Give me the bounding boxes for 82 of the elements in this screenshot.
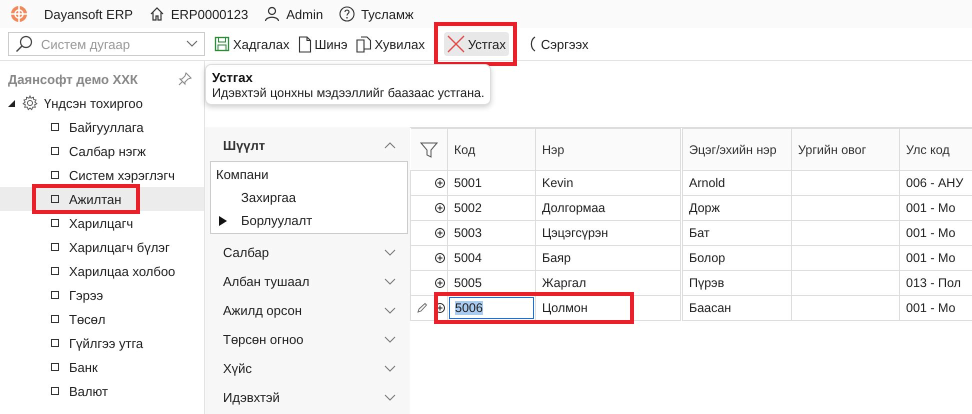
square-icon [51, 243, 59, 251]
square-icon [51, 387, 59, 395]
square-icon [51, 147, 59, 155]
filter-section-header[interactable]: Хүйс [205, 354, 410, 383]
tooltip-text: Идэвхтэй цонхны мэдээллийг баазаас устгана. [212, 86, 484, 100]
table-cell: Arnold [682, 170, 792, 196]
logo-icon [10, 5, 28, 23]
new-button[interactable]: Шинэ [294, 32, 350, 56]
tree-item[interactable]: Банк [0, 355, 204, 379]
table-cell: Пүрэв [682, 270, 792, 296]
square-icon [51, 267, 59, 275]
tree-item[interactable]: Харилцаа холбоо [0, 259, 204, 283]
delete-icon [446, 35, 465, 53]
column-header[interactable]: Код [448, 128, 536, 170]
expand-plus-icon [434, 178, 445, 188]
user-menu[interactable]: Admin [264, 6, 324, 22]
tree-item[interactable]: Гүйлгээ утга [0, 331, 204, 355]
save-icon [214, 36, 230, 52]
filter-section-header[interactable]: Ажилд орсон [205, 296, 410, 325]
filter-option[interactable]: Захиргаа [211, 186, 407, 209]
code-input-field[interactable]: 5006 [449, 297, 534, 319]
square-icon [51, 315, 59, 323]
tree-item[interactable]: Систем хэрэглэгч [0, 163, 204, 187]
expand-plus-icon [434, 228, 445, 238]
document-icon [298, 36, 312, 52]
filter-section-header[interactable]: Төрсөн огноо [205, 325, 410, 354]
tree-item[interactable]: Байгууллага [0, 115, 204, 139]
chevron-down-icon [186, 40, 198, 48]
copy-icon [356, 36, 372, 52]
app-title: Dayansoft ERP [44, 6, 133, 22]
copy-button[interactable]: Хувилах [352, 32, 428, 56]
expand-plus-icon [434, 278, 445, 288]
tree-item[interactable]: Валют [0, 379, 204, 403]
pin-icon [178, 72, 192, 86]
table-cell: Дорж [682, 196, 792, 220]
tree-item[interactable]: Гэрээ [0, 283, 204, 307]
tree-item[interactable]: Ажилтан [0, 187, 204, 211]
refresh-button[interactable]: Сэргээх [522, 32, 592, 56]
help-link[interactable]: Тусламж [339, 6, 414, 22]
filter-icon [420, 140, 438, 158]
filter-section-header[interactable]: Салбар [205, 238, 410, 267]
user-icon [264, 6, 280, 22]
filter-section-header[interactable]: Шүүлт [205, 129, 410, 161]
tree-item[interactable]: Төсөл [0, 307, 204, 331]
square-icon [51, 123, 59, 131]
square-icon [51, 339, 59, 347]
table-cell: 5002 [448, 196, 536, 220]
home-icon [148, 6, 165, 22]
company-link[interactable]: ERP0000123 [148, 6, 248, 22]
table-cell: Болор [682, 246, 792, 270]
square-icon [51, 171, 59, 179]
filter-section-header[interactable]: Идэвхтэй [205, 383, 410, 412]
filter-option[interactable]: Компани [211, 163, 407, 186]
help-icon [339, 6, 356, 22]
table-cell: 5001 [448, 170, 536, 196]
gear-icon [22, 95, 38, 111]
column-header[interactable]: Улс код [900, 128, 972, 170]
save-button[interactable]: Хадгалах [211, 33, 292, 55]
table-cell: 5004 [448, 246, 536, 270]
company-name: Даянсофт демо ХХК [8, 72, 138, 86]
square-icon [51, 219, 59, 227]
tree-item[interactable]: Үндсэн тохиргоо [0, 91, 204, 115]
expand-plus-icon [434, 203, 445, 213]
tooltip-title: Устгах [212, 70, 254, 85]
column-header[interactable]: Нэр [536, 128, 682, 170]
expand-plus-icon [434, 253, 445, 263]
search-field[interactable]: Систем дугаар [8, 32, 205, 56]
square-icon [51, 195, 59, 203]
filter-section-header[interactable]: Албан тушаал [205, 267, 410, 296]
tree-item[interactable]: Харилцагч бүлэг [0, 235, 204, 259]
search-icon [15, 35, 33, 53]
tree-item[interactable]: Салбар нэгж [0, 139, 204, 163]
filter-option[interactable]: Борлуулалт [211, 209, 407, 232]
column-header[interactable]: Ургийн овог [792, 128, 900, 170]
square-icon [51, 363, 59, 371]
tree-item[interactable]: Харилцагч [0, 211, 204, 235]
table-cell: 5003 [448, 220, 536, 246]
delete-button[interactable]: Устгах [444, 32, 509, 56]
square-icon [51, 291, 59, 299]
table-cell: Баасан [682, 296, 792, 320]
table-cell: Бат [682, 220, 792, 246]
column-header[interactable]: Эцэг/эхийн нэр [682, 128, 792, 170]
